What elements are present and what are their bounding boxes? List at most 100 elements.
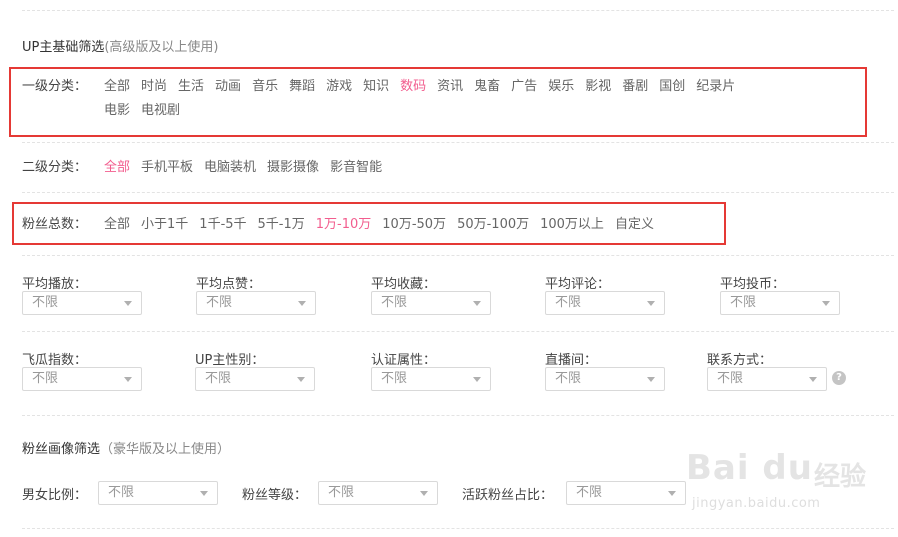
level1-category-option[interactable]: 纪录片 [696, 75, 735, 99]
filter-select-value: 不限 [205, 371, 232, 386]
level1-category-option[interactable]: 娱乐 [548, 75, 574, 99]
level1-category-option[interactable]: 番剧 [622, 75, 648, 99]
filter-select[interactable]: 不限 [22, 367, 142, 391]
help-icon[interactable]: ? [832, 371, 846, 385]
filter-select-value: 不限 [717, 371, 744, 386]
level1-category-option[interactable]: 生活 [178, 75, 204, 99]
filter-select-value: 不限 [730, 295, 757, 310]
level1-category-option[interactable]: 全部 [104, 75, 130, 99]
chevron-down-icon [668, 491, 676, 496]
watermark-brand: Bai du [686, 448, 813, 488]
level1-category-row: 一级分类： 全部 时尚 生活 动画 音乐 舞蹈 游戏 知识 数码 资讯 鬼畜 广告 娱乐 影视 番剧 国创 纪录… [22, 75, 882, 125]
fan-portrait-filter-label: 活跃粉丝占比： [462, 488, 554, 503]
filter-label: 平均投币： [720, 277, 786, 292]
filter-label: UP主性别： [195, 353, 265, 368]
fan-portrait-filter-select-value: 不限 [108, 485, 135, 500]
fans-total-row: 粉丝总数： 全部 小于1千 1千-5千 5千-1万 1万-10万 10万-50万 50万-1… [22, 213, 882, 237]
level1-category-option[interactable]: 时尚 [141, 75, 167, 99]
filter-select[interactable]: 不限 [720, 291, 840, 315]
filter-label: 认证属性： [371, 353, 437, 368]
filter-select[interactable]: 不限 [707, 367, 827, 391]
filter-select[interactable]: 不限 [371, 291, 491, 315]
fan-portrait-subtitle: （豪华版及以上使用） [100, 442, 231, 457]
chevron-down-icon [124, 377, 132, 382]
filter-select-value: 不限 [555, 295, 582, 310]
level2-category-label: 二级分类： [22, 160, 88, 175]
fans-total-option[interactable]: 小于1千 [141, 213, 188, 237]
divider [22, 415, 894, 416]
base-filter-subtitle: (高级版及以上使用) [104, 40, 219, 55]
fan-portrait-filter-label: 男女比例： [22, 488, 88, 503]
filter-label: 平均播放： [22, 277, 88, 292]
filter-select[interactable]: 不限 [195, 367, 315, 391]
level2-category-option[interactable]: 电脑装机 [204, 156, 256, 180]
chevron-down-icon [124, 301, 132, 306]
filter-label: 平均点赞： [196, 277, 262, 292]
fan-portrait-filter-select[interactable]: 不限 [318, 481, 438, 505]
base-filter-title: UP主基础筛选(高级版及以上使用) [22, 36, 219, 55]
level1-category-option[interactable]: 舞蹈 [289, 75, 315, 99]
filter-label: 联系方式： [707, 353, 773, 368]
filter-label: 平均评论： [545, 277, 611, 292]
filter-select[interactable]: 不限 [22, 291, 142, 315]
level2-category-option[interactable]: 全部 [104, 156, 130, 180]
divider [22, 331, 894, 332]
filter-select-value: 不限 [555, 371, 582, 386]
fan-portrait-title: 粉丝画像筛选（豪华版及以上使用） [22, 438, 230, 457]
level1-category-option[interactable]: 国创 [659, 75, 685, 99]
fan-portrait-filter-select-value: 不限 [576, 485, 603, 500]
filter-select-value: 不限 [206, 295, 233, 310]
fans-total-option[interactable]: 100万以上 [540, 213, 604, 237]
chevron-down-icon [647, 301, 655, 306]
divider [22, 192, 894, 193]
chevron-down-icon [473, 377, 481, 382]
filter-select[interactable]: 不限 [371, 367, 491, 391]
level1-category-option[interactable]: 广告 [511, 75, 537, 99]
filter-select[interactable]: 不限 [545, 291, 665, 315]
fans-total-option[interactable]: 自定义 [615, 213, 654, 237]
chevron-down-icon [297, 377, 305, 382]
chevron-down-icon [200, 491, 208, 496]
level1-category-option[interactable]: 资讯 [437, 75, 463, 99]
filter-select[interactable]: 不限 [196, 291, 316, 315]
level1-category-label: 一级分类： [22, 79, 88, 94]
filter-label: 平均收藏： [371, 277, 437, 292]
filter-select-value: 不限 [381, 371, 408, 386]
divider [22, 142, 894, 143]
level1-category-options: 全部 时尚 生活 动画 音乐 舞蹈 游戏 知识 数码 资讯 鬼畜 广告 娱乐 影视 番剧 国创 纪录片 电影 电视… [104, 75, 844, 123]
base-filter-title-text: UP主基础筛选 [22, 40, 105, 55]
watermark-cn: 经验 [814, 462, 867, 492]
level2-category-option[interactable]: 摄影摄像 [267, 156, 319, 180]
filter-label: 飞瓜指数： [22, 353, 88, 368]
level1-category-option[interactable]: 音乐 [252, 75, 278, 99]
divider [22, 10, 894, 11]
filter-select-value: 不限 [32, 295, 59, 310]
filter-select-value: 不限 [32, 371, 59, 386]
fan-portrait-title-text: 粉丝画像筛选 [22, 442, 101, 457]
fans-total-option[interactable]: 50万-100万 [457, 213, 529, 237]
level2-category-option[interactable]: 影音智能 [330, 156, 382, 180]
level1-category-option[interactable]: 知识 [363, 75, 389, 99]
chevron-down-icon [647, 377, 655, 382]
level1-category-option[interactable]: 电影 [104, 99, 130, 123]
fans-total-option[interactable]: 1千-5千 [199, 213, 246, 237]
fan-portrait-filter-select[interactable]: 不限 [98, 481, 218, 505]
level1-category-option[interactable]: 电视剧 [141, 99, 180, 123]
chevron-down-icon [822, 301, 830, 306]
fans-total-option[interactable]: 1万-10万 [316, 213, 372, 237]
filter-select[interactable]: 不限 [545, 367, 665, 391]
fans-total-option[interactable]: 5千-1万 [258, 213, 305, 237]
level1-category-option[interactable]: 数码 [400, 75, 426, 99]
watermark-url: jingyan.baidu.com [692, 496, 821, 511]
fans-total-options: 全部 小于1千 1千-5千 5千-1万 1万-10万 10万-50万 50万-100万 100… [104, 213, 665, 237]
level1-category-option[interactable]: 游戏 [326, 75, 352, 99]
level1-category-option[interactable]: 影视 [585, 75, 611, 99]
fans-total-option[interactable]: 全部 [104, 213, 130, 237]
level2-category-option[interactable]: 手机平板 [141, 156, 193, 180]
chevron-down-icon [809, 377, 817, 382]
fans-total-option[interactable]: 10万-50万 [382, 213, 446, 237]
filter-select-value: 不限 [381, 295, 408, 310]
fan-portrait-filter-select[interactable]: 不限 [566, 481, 686, 505]
level1-category-option[interactable]: 动画 [215, 75, 241, 99]
level1-category-option[interactable]: 鬼畜 [474, 75, 500, 99]
